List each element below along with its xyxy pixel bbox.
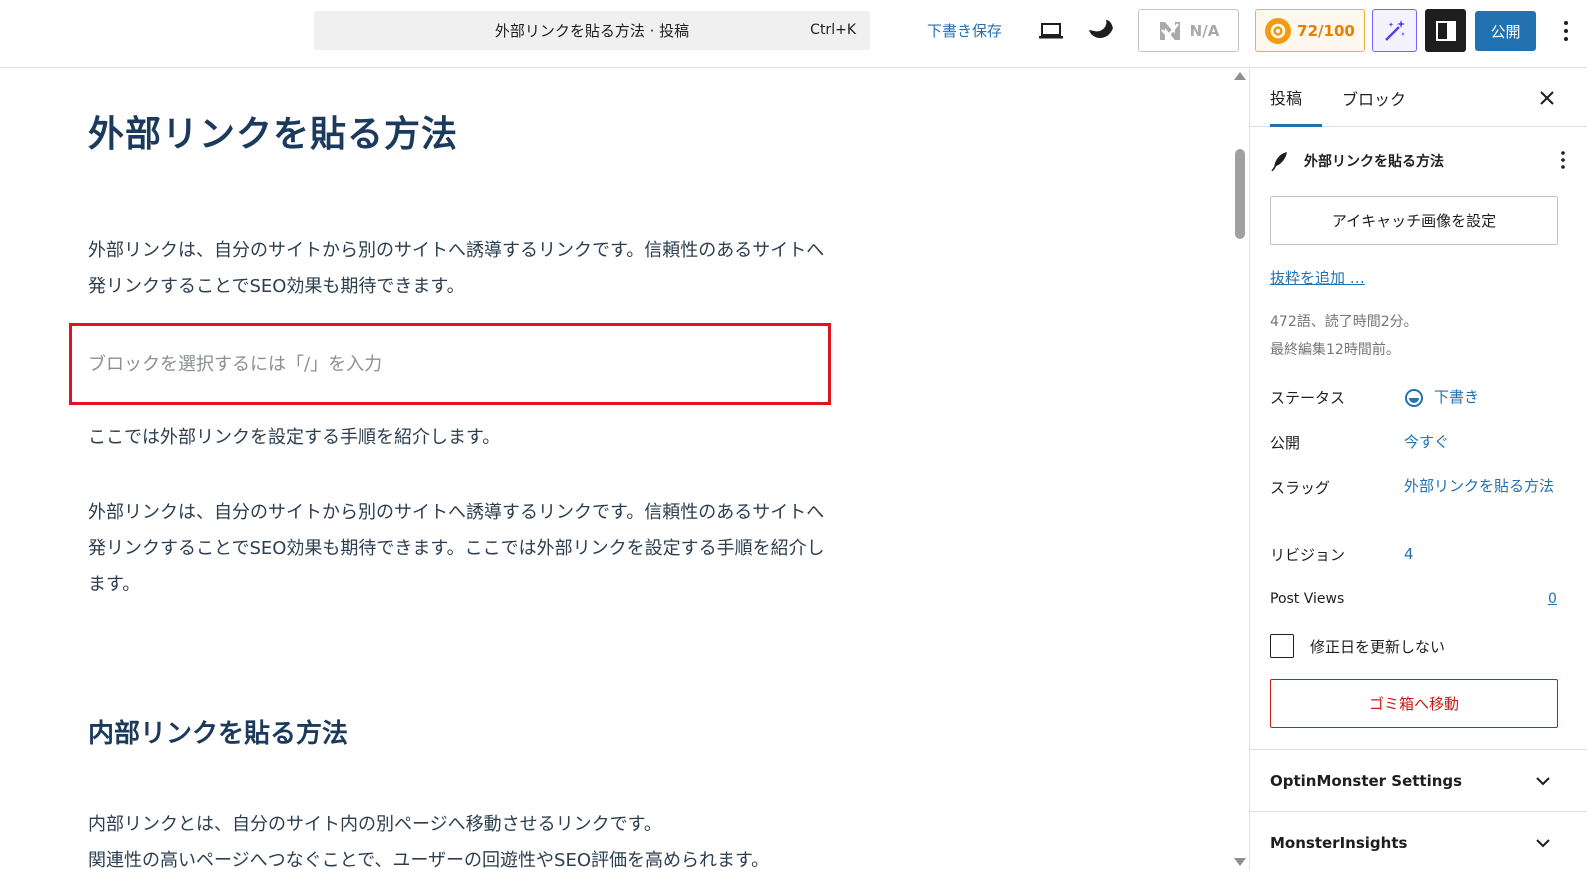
editor-scrollbar[interactable] bbox=[1232, 69, 1249, 870]
draft-status-icon bbox=[1405, 388, 1423, 407]
post-summary-row: 外部リンクを貼る方法 bbox=[1270, 149, 1570, 173]
publish-date-label: 公開 bbox=[1270, 434, 1301, 452]
scroll-thumb[interactable] bbox=[1235, 149, 1245, 239]
add-excerpt-link[interactable]: 抜粋を追加 … bbox=[1270, 267, 1365, 288]
tab-post-label: 投稿 bbox=[1270, 88, 1303, 108]
monsterinsights-panel-title: MonsterInsights bbox=[1270, 833, 1408, 852]
featured-image-label: アイキャッチ画像を設定 bbox=[1331, 212, 1497, 230]
chevron-down-icon bbox=[1536, 777, 1550, 786]
settings-sidebar-toggle[interactable] bbox=[1425, 9, 1466, 52]
publish-label: 公開 bbox=[1490, 22, 1521, 41]
move-to-trash-button[interactable]: ゴミ箱へ移動 bbox=[1270, 679, 1558, 728]
dark-mode-button[interactable] bbox=[1084, 16, 1118, 46]
publish-date-value[interactable]: 今すぐ bbox=[1404, 431, 1554, 454]
optinmonster-panel-title: OptinMonster Settings bbox=[1270, 771, 1463, 790]
magic-wand-icon bbox=[1384, 19, 1405, 41]
paragraph-block[interactable]: 内部リンクとは、自分のサイト内の別ページへ移動させるリンクです。 関連性の高いペ… bbox=[88, 807, 838, 870]
sidebar-tabs: 投稿 ブロック bbox=[1250, 69, 1587, 127]
post-actions-button[interactable] bbox=[1560, 149, 1566, 175]
scroll-down-arrow[interactable] bbox=[1234, 858, 1246, 866]
slug-label: スラッグ bbox=[1270, 479, 1331, 497]
sidebar-post-title: 外部リンクを貼る方法 bbox=[1304, 154, 1444, 170]
set-featured-image-button[interactable]: アイキャッチ画像を設定 bbox=[1270, 196, 1558, 245]
word-count-meta: 472語、読了時間2分。 bbox=[1270, 314, 1418, 330]
paragraph-line: 関連性の高いページへつなぐことで、ユーザーの回遊性やSEO評価を高められます。 bbox=[88, 850, 770, 870]
scroll-up-arrow[interactable] bbox=[1234, 72, 1246, 80]
seo-score-value: 72/100 bbox=[1297, 21, 1355, 40]
revisions-label: リビジョン bbox=[1270, 546, 1346, 564]
moon-icon bbox=[1089, 20, 1113, 38]
command-shortcut: Ctrl+K bbox=[810, 22, 856, 38]
tab-block[interactable]: ブロック bbox=[1342, 69, 1406, 127]
save-draft-button[interactable]: 下書き保存 bbox=[927, 20, 1002, 41]
paragraph-block[interactable]: ここでは外部リンクを設定する手順を紹介します。 bbox=[88, 420, 838, 456]
command-title: 外部リンクを貼る方法 · 投稿 bbox=[494, 22, 690, 40]
no-update-modified-label[interactable]: 修正日を更新しない bbox=[1310, 636, 1445, 657]
laptop-icon bbox=[1039, 23, 1063, 39]
command-palette-button[interactable]: 外部リンクを貼る方法 · 投稿 Ctrl+K bbox=[314, 11, 870, 50]
status-value-button[interactable]: 下書き bbox=[1404, 386, 1554, 409]
more-vertical-icon bbox=[1561, 151, 1565, 169]
chevron-down-icon bbox=[1536, 839, 1550, 848]
no-update-modified-row: 修正日を更新しない bbox=[1270, 634, 1445, 658]
ai-assistant-button[interactable] bbox=[1372, 9, 1417, 52]
seo-score-button[interactable]: 72/100 bbox=[1255, 9, 1365, 52]
n-score-button[interactable]: N/A bbox=[1138, 9, 1239, 52]
editor-header: 外部リンクを貼る方法 · 投稿 Ctrl+K 下書き保存 N/A 72/100 bbox=[0, 0, 1587, 68]
empty-block-highlight[interactable]: ブロックを選択するには「/」を入力 bbox=[69, 323, 831, 405]
optinmonster-panel-toggle[interactable]: OptinMonster Settings bbox=[1250, 749, 1587, 811]
more-vertical-icon bbox=[1564, 21, 1568, 41]
feather-icon bbox=[1271, 152, 1287, 172]
n-logo-icon bbox=[1159, 21, 1180, 40]
sidebar-toggle-icon bbox=[1435, 20, 1456, 41]
slug-value[interactable]: 外部リンクを貼る方法 bbox=[1404, 475, 1554, 498]
heading-block[interactable]: 内部リンクを貼る方法 bbox=[88, 713, 348, 750]
no-update-modified-checkbox[interactable] bbox=[1270, 634, 1294, 658]
post-views-label: Post Views bbox=[1270, 591, 1345, 607]
paragraph-block[interactable]: 外部リンクは、自分のサイトから別のサイトへ誘導するリンクです。信頼性のあるサイト… bbox=[88, 233, 838, 305]
close-icon bbox=[1540, 91, 1554, 105]
paragraph-line: 内部リンクとは、自分のサイト内の別ページへ移動させるリンクです。 bbox=[88, 814, 662, 835]
tab-block-label: ブロック bbox=[1342, 90, 1407, 109]
post-views-value[interactable]: 0 bbox=[1548, 591, 1557, 607]
options-menu-button[interactable] bbox=[1556, 16, 1576, 46]
seo-gear-icon bbox=[1265, 17, 1292, 44]
n-score-label: N/A bbox=[1189, 21, 1220, 40]
paragraph-block[interactable]: 外部リンクは、自分のサイトから別のサイトへ誘導するリンクです。信頼性のあるサイト… bbox=[88, 495, 838, 603]
post-title[interactable]: 外部リンクを貼る方法 bbox=[88, 105, 458, 157]
tab-post[interactable]: 投稿 bbox=[1270, 69, 1322, 127]
monsterinsights-panel-toggle[interactable]: MonsterInsights bbox=[1250, 811, 1587, 870]
publish-button[interactable]: 公開 bbox=[1475, 11, 1536, 51]
block-placeholder[interactable]: ブロックを選択するには「/」を入力 bbox=[88, 350, 382, 376]
trash-label: ゴミ箱へ移動 bbox=[1368, 695, 1459, 713]
status-value: 下書き bbox=[1434, 388, 1480, 406]
settings-sidebar: 投稿 ブロック 外部リンクを貼る方法 アイキャッチ画像を設定 抜粋を追加 … 4… bbox=[1249, 69, 1587, 870]
close-sidebar-button[interactable] bbox=[1536, 87, 1558, 109]
last-edited-meta: 最終編集12時間前。 bbox=[1270, 342, 1400, 358]
editor-canvas: 外部リンクを貼る方法 外部リンクは、自分のサイトから別のサイトへ誘導するリンクで… bbox=[0, 69, 1232, 870]
status-label: ステータス bbox=[1270, 389, 1346, 407]
preview-button[interactable] bbox=[1036, 18, 1066, 44]
revisions-value[interactable]: 4 bbox=[1404, 543, 1554, 566]
